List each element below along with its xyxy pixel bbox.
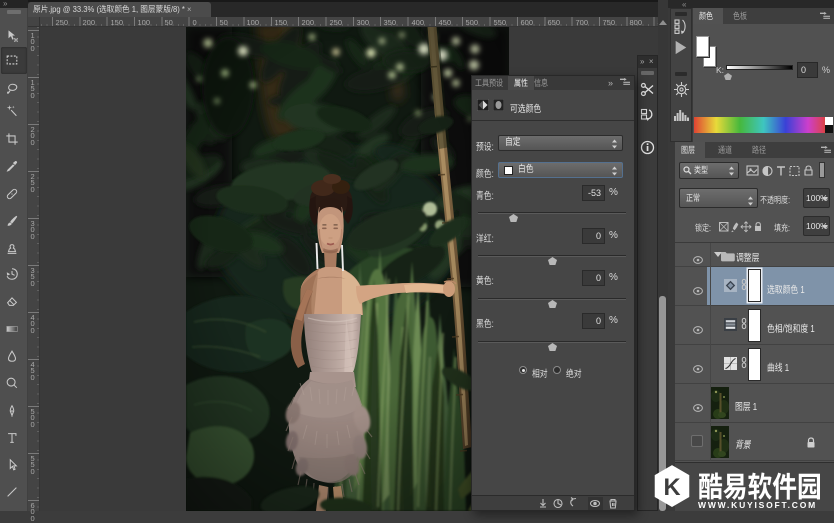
svg-text:K: K (663, 475, 680, 501)
